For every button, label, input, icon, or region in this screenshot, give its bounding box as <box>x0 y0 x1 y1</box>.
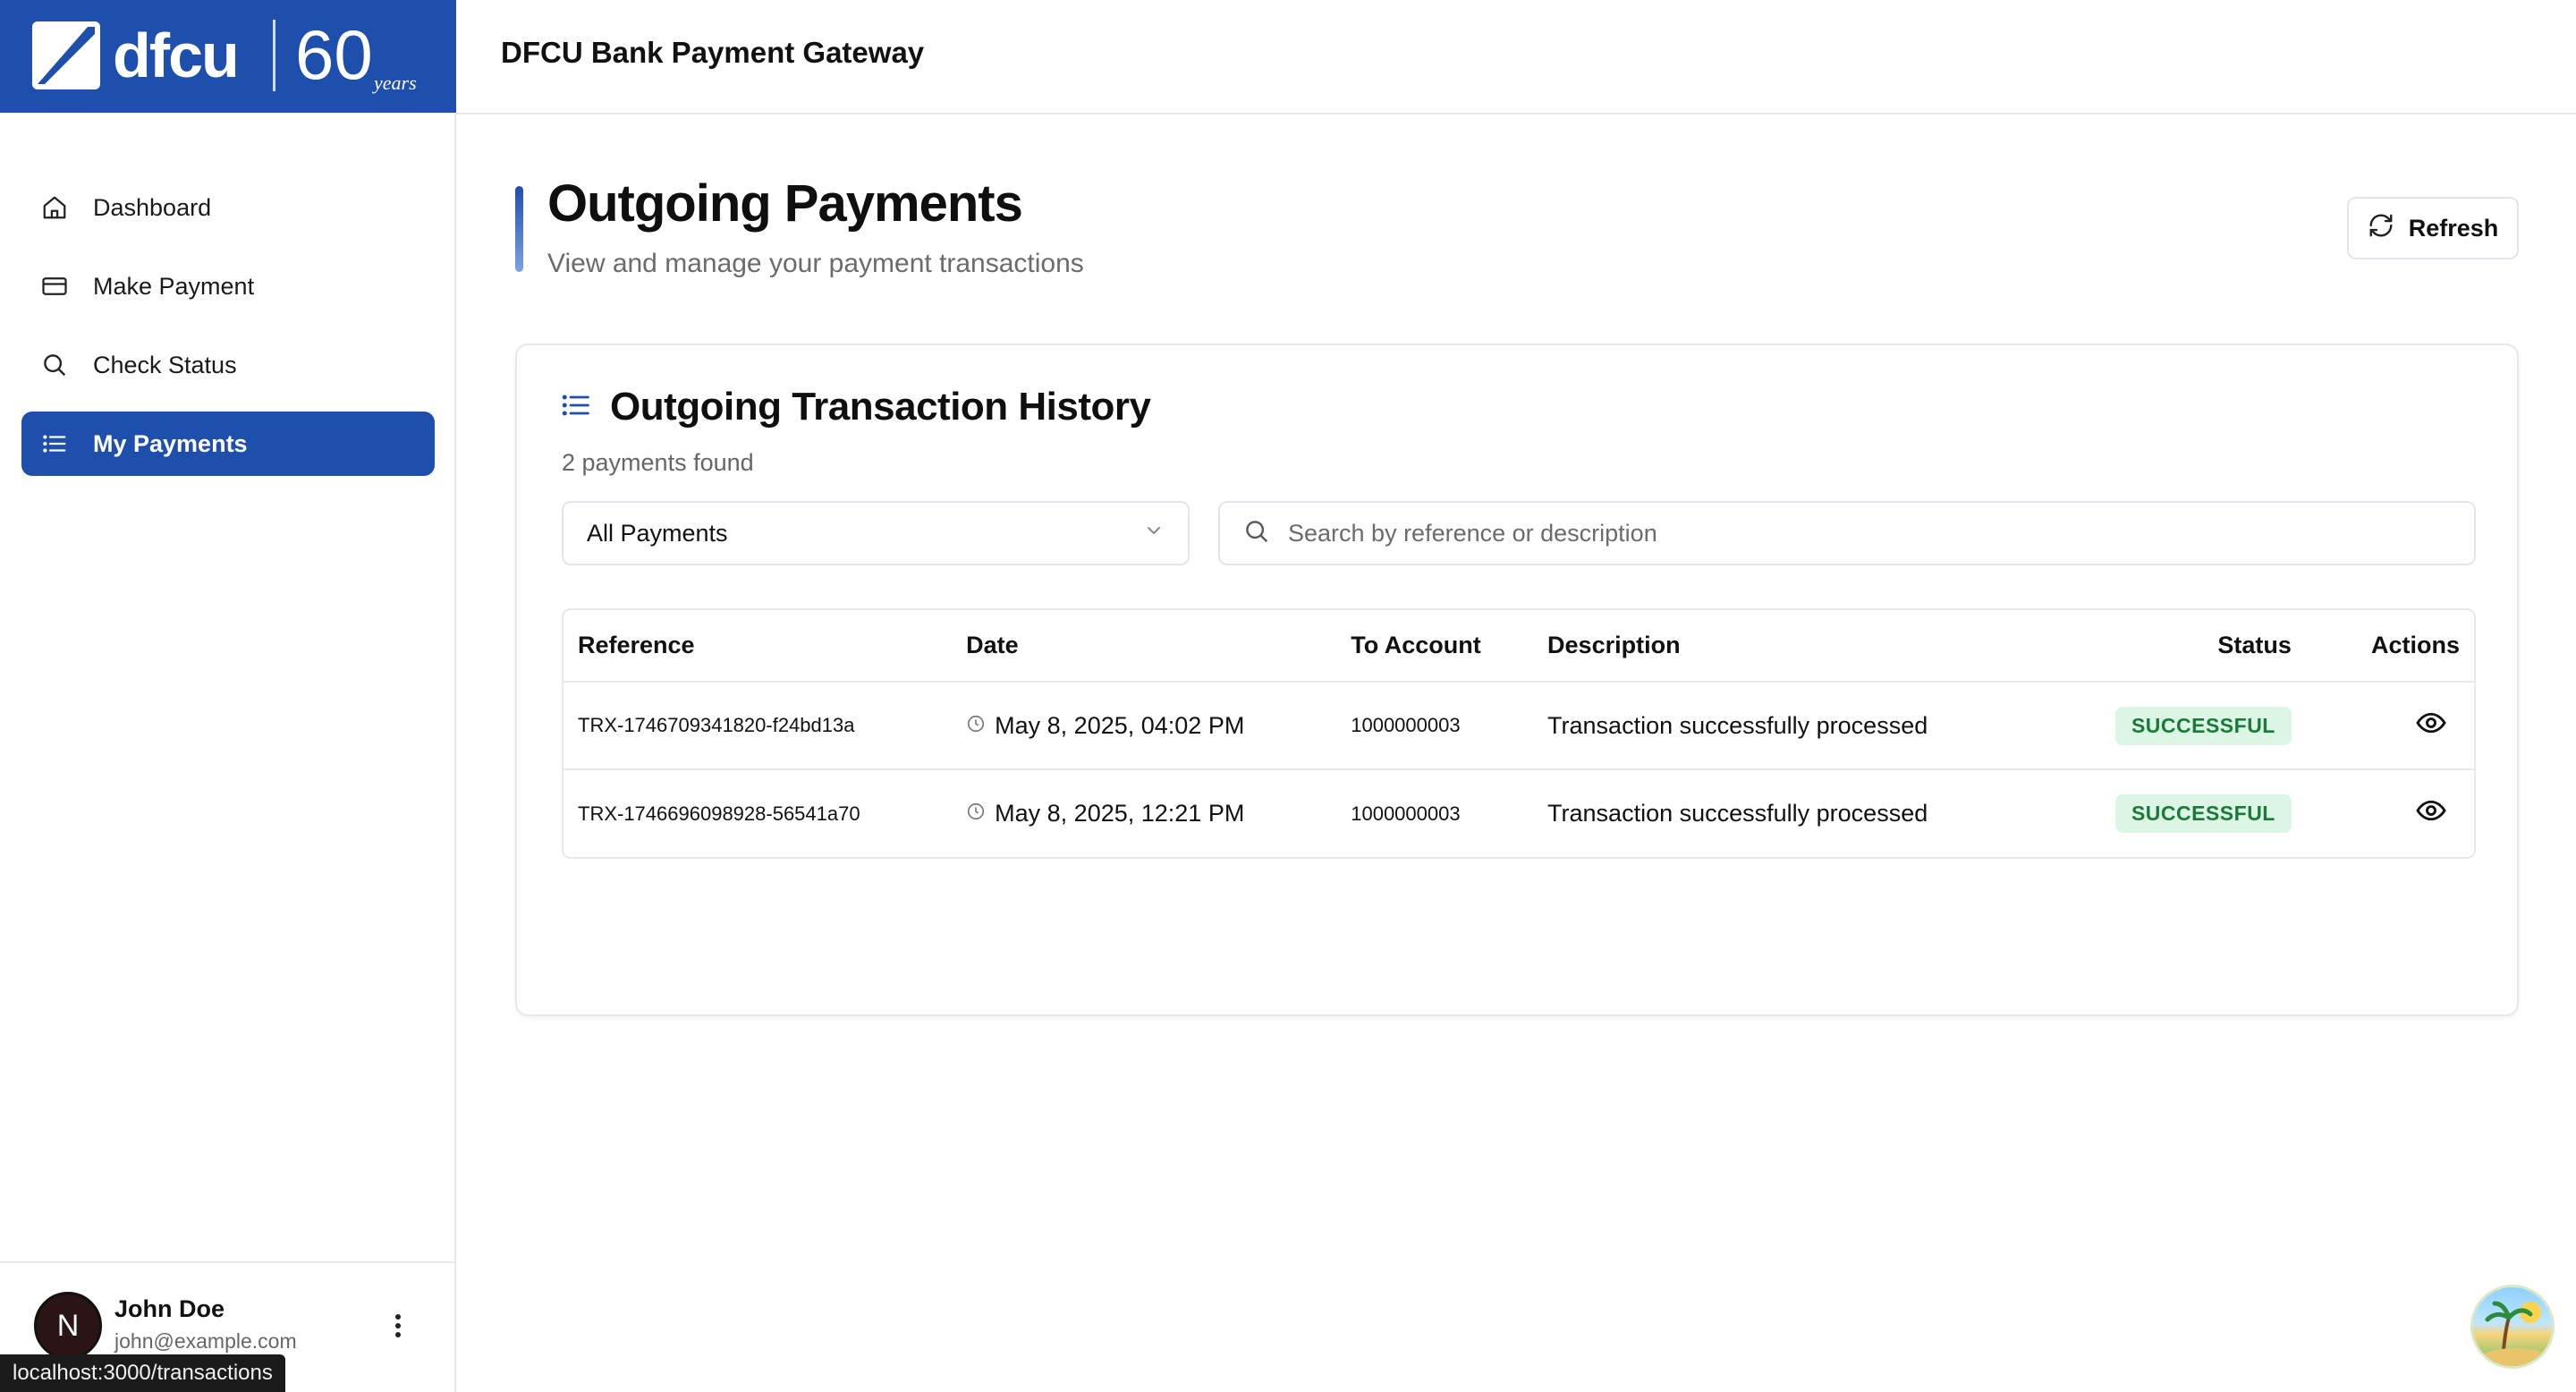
search-box <box>1218 501 2476 565</box>
status-badge: SUCCESSFUL <box>2114 794 2292 833</box>
clock-icon <box>966 800 986 828</box>
anniversary-number: 60 <box>295 15 373 94</box>
refresh-icon <box>2368 212 2394 245</box>
transaction-history-card: Outgoing Transaction History 2 payments … <box>515 344 2519 1016</box>
card-icon <box>39 271 70 301</box>
view-details-eye-icon[interactable] <box>2415 712 2447 744</box>
sidebar-nav: Dashboard Make Payment Check Status My P… <box>21 175 435 490</box>
column-header-status[interactable]: Status <box>2100 610 2306 683</box>
cell-date: May 8, 2025, 12:21 PM <box>952 769 1336 857</box>
date-text: May 8, 2025, 04:02 PM <box>995 711 1245 739</box>
chevron-down-icon <box>1143 520 1165 547</box>
sidebar-item-dashboard[interactable]: Dashboard <box>21 175 435 240</box>
table-row[interactable]: TRX-1746696098928-56541a70 May 8, 2025, … <box>564 769 2474 857</box>
status-badge: SUCCESSFUL <box>2114 706 2292 745</box>
cell-status: SUCCESSFUL <box>2101 769 2306 857</box>
filter-selected-value: All Payments <box>587 519 728 547</box>
list-icon <box>560 389 592 426</box>
sidebar: dfcu 60 years Dashboard Make Payment Che… <box>0 0 456 1392</box>
anniversary-logo-icon: 60 years <box>292 14 435 97</box>
search-icon <box>1243 518 1270 549</box>
table-header-row: Reference Date To Account Description St… <box>564 610 2474 683</box>
home-icon <box>39 192 70 223</box>
card-title: Outgoing Transaction History <box>610 385 1151 429</box>
brand-wordmark: dfcu <box>113 21 240 90</box>
cell-description: Transaction successfully processed <box>1547 800 1928 827</box>
cell-actions <box>2306 769 2474 857</box>
header-title: DFCU Bank Payment Gateway <box>501 36 925 69</box>
card-header: Outgoing Transaction History <box>560 385 1151 429</box>
table-row[interactable]: TRX-1746709341820-f24bd13a May 8, 2025, … <box>564 682 2474 770</box>
sidebar-item-label: My Payments <box>93 429 248 457</box>
column-header-reference[interactable]: Reference <box>564 610 953 683</box>
refresh-label: Refresh <box>2408 214 2499 242</box>
column-header-description[interactable]: Description <box>1533 610 2101 683</box>
search-icon <box>39 350 70 380</box>
more-options-icon[interactable] <box>385 1308 411 1344</box>
assistant-launcher-icon[interactable] <box>2470 1285 2555 1369</box>
user-name: John Doe <box>114 1295 225 1322</box>
sidebar-item-my-payments[interactable]: My Payments <box>21 412 435 476</box>
sidebar-item-label: Make Payment <box>93 272 255 300</box>
sidebar-item-check-status[interactable]: Check Status <box>21 333 435 397</box>
top-header: DFCU Bank Payment Gateway <box>456 0 2576 115</box>
app-root: dfcu 60 years Dashboard Make Payment Che… <box>0 0 2576 1392</box>
clock-icon <box>966 712 986 740</box>
page-title: Outgoing Payments <box>547 174 1023 233</box>
transactions-table: Reference Date To Account Description St… <box>562 608 2476 859</box>
page-subtitle: View and manage your payment transaction… <box>547 249 1084 278</box>
title-accent-bar <box>515 186 523 272</box>
column-header-account[interactable]: To Account <box>1336 610 1534 683</box>
cell-account: 1000000003 <box>1351 802 1461 825</box>
browser-status-url: localhost:3000/transactions <box>0 1354 285 1392</box>
cell-description: Transaction successfully processed <box>1533 682 2101 770</box>
user-email: john@example.com <box>114 1329 297 1353</box>
main-content: Outgoing Payments View and manage your p… <box>456 115 2576 1392</box>
brand-header[interactable]: dfcu 60 years <box>0 0 456 113</box>
sidebar-item-label: Check Status <box>93 351 237 378</box>
cell-reference: TRX-1746709341820-f24bd13a <box>564 682 953 770</box>
refresh-button[interactable]: Refresh <box>2347 197 2519 259</box>
cell-actions <box>2305 682 2474 770</box>
avatar[interactable]: N <box>34 1292 102 1360</box>
brand-divider <box>273 20 275 91</box>
payments-count: 2 payments found <box>562 449 754 476</box>
anniversary-script: years <box>372 72 417 94</box>
list-icon <box>39 429 70 459</box>
column-header-date[interactable]: Date <box>952 610 1337 683</box>
dfcu-logo-icon <box>32 21 100 89</box>
cell-status: SUCCESSFUL <box>2100 682 2306 770</box>
sidebar-item-label: Dashboard <box>93 193 212 221</box>
payment-filter-select[interactable]: All Payments <box>562 501 1190 565</box>
cell-date: May 8, 2025, 04:02 PM <box>952 682 1337 770</box>
date-text: May 8, 2025, 12:21 PM <box>995 800 1245 827</box>
cell-account: 1000000003 <box>1336 682 1534 770</box>
search-input[interactable] <box>1288 519 2451 547</box>
view-details-eye-icon[interactable] <box>2415 800 2447 832</box>
cell-reference: TRX-1746696098928-56541a70 <box>578 802 860 825</box>
column-header-actions: Actions <box>2305 610 2474 683</box>
sidebar-item-make-payment[interactable]: Make Payment <box>21 254 435 318</box>
